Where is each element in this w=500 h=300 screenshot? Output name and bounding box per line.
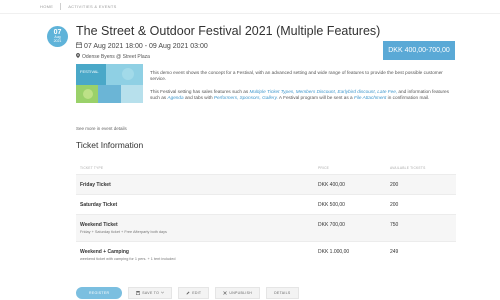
file-attachment-link[interactable]: File Attachment bbox=[354, 95, 386, 100]
chevron-down-icon bbox=[161, 291, 165, 295]
save-to-button[interactable]: SAVE TO bbox=[128, 287, 173, 299]
event-thumbnail[interactable]: FESTIVAL bbox=[76, 64, 143, 103]
breadcrumb-home[interactable]: HOME bbox=[40, 4, 53, 9]
tabs-link[interactable]: Performers, Sponsors, Gallery. bbox=[214, 95, 278, 100]
close-icon bbox=[223, 290, 228, 296]
breadcrumb-section[interactable]: ACTIVITIES & EVENTS bbox=[68, 4, 116, 9]
ticket-cell: Weekend Ticket Friday + Saturday ticket … bbox=[80, 222, 167, 234]
ticket-row: Weekend Ticket Friday + Saturday ticket … bbox=[76, 214, 456, 241]
edit-button[interactable]: EDIT bbox=[178, 287, 210, 299]
header-divider bbox=[0, 13, 500, 14]
event-actions: REGISTER SAVE TO EDIT UNPUBLISH DETAILS bbox=[76, 287, 299, 299]
unpublish-label: UNPUBLISH bbox=[229, 291, 253, 295]
event-dates-text: 07 Aug 2021 18:00 - 09 Aug 2021 03:00 bbox=[84, 42, 208, 50]
event-title: The Street & Outdoor Festival 2021 (Mult… bbox=[76, 24, 381, 38]
ticket-description: Friday + Saturday ticket + Free Afterpar… bbox=[80, 230, 167, 234]
ticket-row: Weekend + Camping weekend ticket with ca… bbox=[76, 241, 456, 268]
description-text: A Festival program will be sent as a bbox=[277, 95, 354, 101]
ticket-price: DKK 400,00 bbox=[318, 182, 345, 188]
event-dates: 07 Aug 2021 18:00 - 09 Aug 2021 03:00 bbox=[76, 42, 208, 50]
agenda-link[interactable]: Agenda bbox=[167, 95, 183, 100]
ticket-row: Friday Ticket DKK 400,00 200 bbox=[76, 174, 456, 194]
ticket-info-heading: Ticket Information bbox=[76, 140, 144, 150]
details-label: DETAILS bbox=[274, 291, 291, 295]
ticket-available: 750 bbox=[390, 222, 399, 228]
features-link[interactable]: Multiple Ticket Types, Members Discount,… bbox=[250, 89, 398, 94]
edit-label: EDIT bbox=[192, 291, 202, 295]
header-available: AVAILABLE TICKETS bbox=[390, 166, 426, 170]
ticket-table: TICKET TYPE PRICE AVAILABLE TICKETS Frid… bbox=[76, 160, 456, 268]
ticket-cell: Weekend + Camping weekend ticket with ca… bbox=[80, 249, 176, 261]
ticket-price: DKK 500,00 bbox=[318, 202, 345, 208]
ticket-price: DKK 1.000,00 bbox=[318, 249, 350, 255]
header-ticket-type: TICKET TYPE bbox=[80, 166, 104, 170]
unpublish-button[interactable]: UNPUBLISH bbox=[215, 287, 261, 299]
calendar-icon bbox=[76, 42, 82, 50]
description-text: in confirmation mail. bbox=[386, 95, 430, 101]
register-button[interactable]: REGISTER bbox=[76, 287, 123, 299]
ticket-name: Saturday Ticket bbox=[80, 202, 118, 208]
description-text: and tabs with bbox=[183, 95, 214, 101]
ticket-row: Saturday Ticket DKK 500,00 200 bbox=[76, 194, 456, 214]
map-pin-icon bbox=[76, 53, 80, 60]
ticket-name: Weekend Ticket bbox=[80, 222, 118, 228]
save-to-label: SAVE TO bbox=[142, 291, 160, 295]
description-paragraph-2: This Festival setting has sales features… bbox=[150, 89, 456, 102]
breadcrumb-separator bbox=[60, 3, 62, 10]
price-range-badge: DKK 400,00-700,00 bbox=[383, 41, 455, 60]
ticket-price: DKK 700,00 bbox=[318, 222, 345, 228]
see-more-link[interactable]: See more in event details bbox=[76, 126, 127, 131]
ticket-name: Weekend + Camping bbox=[80, 249, 129, 255]
breadcrumb: HOME ACTIVITIES & EVENTS bbox=[40, 3, 117, 10]
pencil-icon bbox=[186, 291, 190, 296]
description-text: This Festival setting has sales features… bbox=[150, 88, 250, 94]
ticket-description: weekend ticket with camping for 1 pers. … bbox=[80, 257, 176, 261]
price-range-text: DKK 400,00-700,00 bbox=[388, 47, 450, 54]
event-venue[interactable]: Odense Byens @ Street Plaza bbox=[76, 53, 150, 60]
date-badge: 07 Aug 2021 bbox=[47, 26, 68, 47]
event-venue-text: Odense Byens @ Street Plaza bbox=[82, 53, 150, 60]
ticket-available: 249 bbox=[390, 249, 399, 255]
ticket-available: 200 bbox=[390, 182, 399, 188]
ticket-table-header: TICKET TYPE PRICE AVAILABLE TICKETS bbox=[76, 160, 456, 174]
thumbnail-label: FESTIVAL bbox=[80, 69, 99, 74]
save-icon bbox=[136, 290, 141, 296]
header-price: PRICE bbox=[318, 166, 330, 170]
date-badge-year: 2021 bbox=[53, 39, 62, 43]
register-label: REGISTER bbox=[89, 291, 110, 295]
details-button[interactable]: DETAILS bbox=[266, 287, 299, 299]
event-description: This demo event shows the concept for a … bbox=[150, 70, 456, 108]
ticket-name: Friday Ticket bbox=[80, 182, 111, 188]
description-paragraph-1: This demo event shows the concept for a … bbox=[150, 70, 443, 82]
ticket-available: 200 bbox=[390, 202, 399, 208]
